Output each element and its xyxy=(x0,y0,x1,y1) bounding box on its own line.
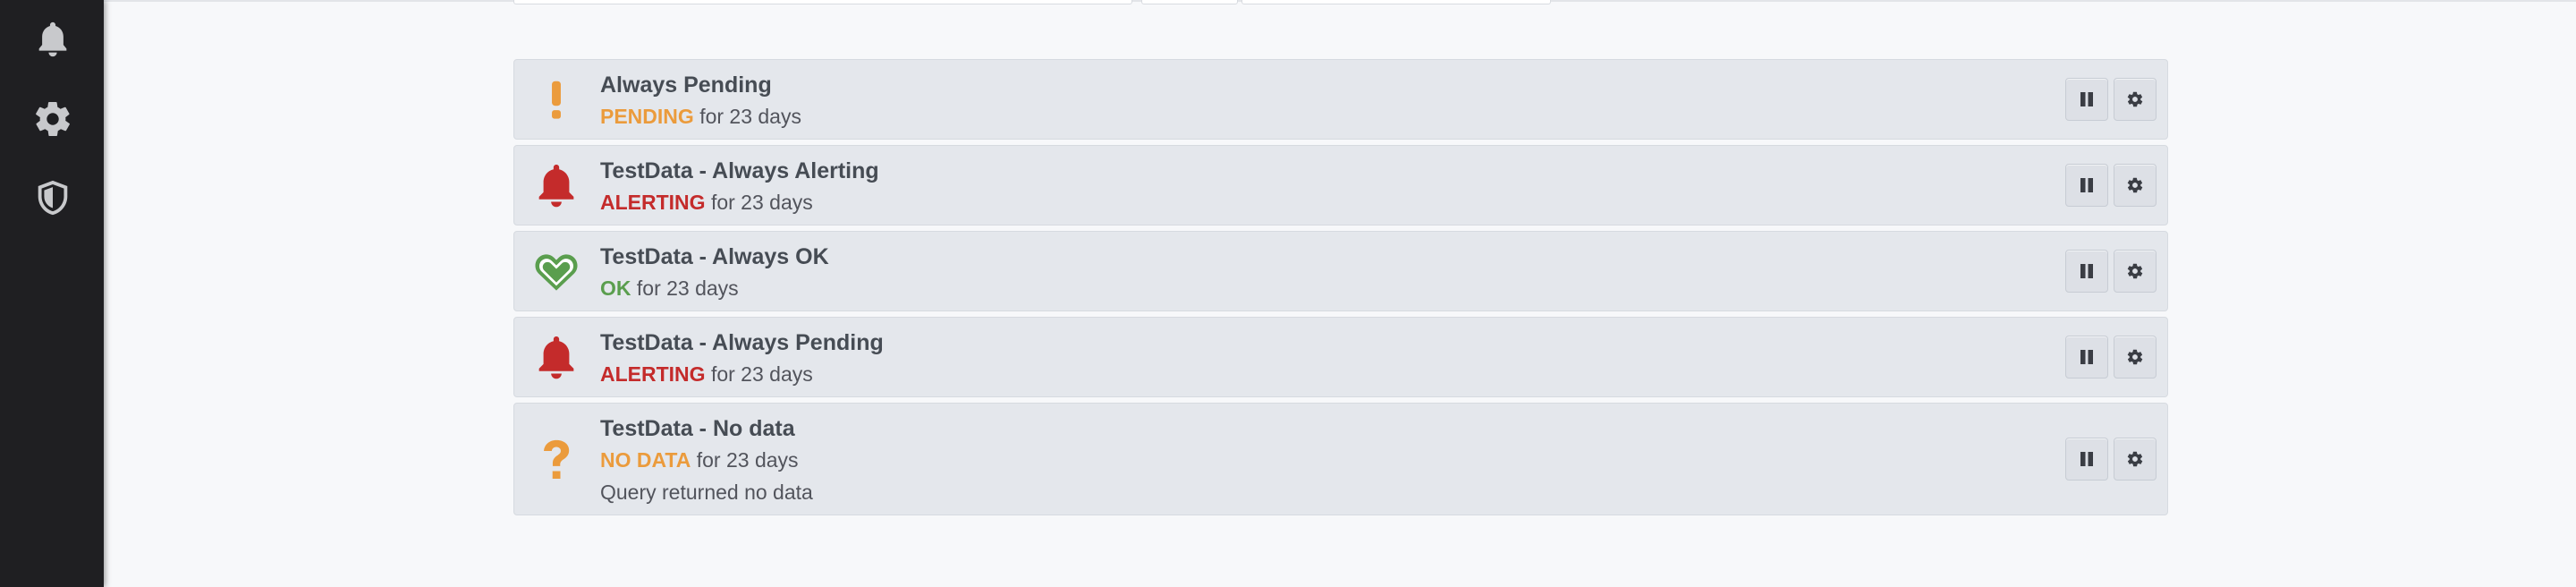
alert-rule-body: TestData - Always Pending ALERTING for 23… xyxy=(600,328,884,390)
bell-icon xyxy=(532,333,580,381)
gear-icon xyxy=(36,102,70,136)
alert-rule-body: TestData - Always Alerting ALERTING for 2… xyxy=(600,156,879,218)
alert-rule-body: Always Pending PENDING for 23 days xyxy=(600,70,801,132)
state-badge: ALERTING xyxy=(600,362,706,386)
alert-rule-item: TestData - Always OK OK for 23 days xyxy=(513,231,2168,311)
state-badge: PENDING xyxy=(600,105,694,128)
edit-alert-button[interactable] xyxy=(2114,78,2157,121)
alert-rule-actions xyxy=(2065,250,2167,293)
sidebar-item-alerting[interactable] xyxy=(30,17,75,62)
shield-icon xyxy=(38,180,68,216)
pause-icon xyxy=(2080,264,2093,278)
state-badge: NO DATA xyxy=(600,448,691,472)
alert-rule-name[interactable]: TestData - Always Pending xyxy=(600,328,884,358)
question-icon xyxy=(532,435,580,483)
alert-rule-actions xyxy=(2065,164,2167,207)
state-duration: for 23 days xyxy=(636,276,739,300)
state-duration: for 23 days xyxy=(699,105,801,128)
alert-rule-name[interactable]: Always Pending xyxy=(600,70,801,100)
pause-button[interactable] xyxy=(2065,336,2108,379)
pause-icon xyxy=(2080,452,2093,466)
alert-rule-item: TestData - Always Alerting ALERTING for 2… xyxy=(513,145,2168,225)
cog-icon xyxy=(2127,349,2143,365)
state-duration: for 23 days xyxy=(696,448,799,472)
alert-rule-info: Query returned no data xyxy=(600,481,813,504)
heart-icon xyxy=(532,247,580,295)
state-duration: for 23 days xyxy=(710,191,813,214)
bell-icon xyxy=(532,161,580,209)
alert-rule-state: PENDING for 23 days xyxy=(600,100,801,132)
pause-button[interactable] xyxy=(2065,78,2108,121)
alert-rule-item: Always Pending PENDING for 23 days xyxy=(513,59,2168,140)
state-filter-select[interactable] xyxy=(1141,0,1238,4)
alert-rule-item: TestData - No data NO DATA for 23 days Que… xyxy=(513,403,2168,515)
pause-icon xyxy=(2080,92,2093,106)
pause-icon xyxy=(2080,350,2093,364)
filter-control[interactable] xyxy=(1241,0,1551,4)
alert-rule-actions xyxy=(2065,438,2167,481)
alert-rule-state: NO DATA for 23 days xyxy=(600,444,813,476)
alert-rule-name[interactable]: TestData - Always Alerting xyxy=(600,156,879,186)
alert-rules-page: Always Pending PENDING for 23 days TestDat… xyxy=(0,0,2576,587)
cog-icon xyxy=(2127,91,2143,107)
alert-rule-actions xyxy=(2065,336,2167,379)
alert-rule-list: Always Pending PENDING for 23 days TestDat… xyxy=(513,59,2168,521)
pause-button[interactable] xyxy=(2065,164,2108,207)
exclamation-icon xyxy=(532,75,580,123)
pause-icon xyxy=(2080,178,2093,192)
cog-icon xyxy=(2127,263,2143,279)
alert-rule-state: ALERTING for 23 days xyxy=(600,186,879,218)
alert-rule-actions xyxy=(2065,78,2167,121)
sidebar-item-admin[interactable] xyxy=(30,175,75,220)
sidebar-item-configuration[interactable] xyxy=(30,97,75,141)
pause-button[interactable] xyxy=(2065,438,2108,481)
edit-alert-button[interactable] xyxy=(2114,438,2157,481)
alert-rule-state: ALERTING for 23 days xyxy=(600,358,884,390)
alert-rule-name[interactable]: TestData - Always OK xyxy=(600,242,829,272)
alert-rule-item: TestData - Always Pending ALERTING for 23… xyxy=(513,317,2168,397)
edit-alert-button[interactable] xyxy=(2114,164,2157,207)
alert-rule-body: TestData - No data NO DATA for 23 days Que… xyxy=(600,413,813,508)
edit-alert-button[interactable] xyxy=(2114,250,2157,293)
edit-alert-button[interactable] xyxy=(2114,336,2157,379)
alert-rule-name[interactable]: TestData - No data xyxy=(600,413,813,444)
alert-rule-state: OK for 23 days xyxy=(600,272,829,304)
sidebar xyxy=(0,0,104,587)
state-badge: OK xyxy=(600,276,631,300)
state-badge: ALERTING xyxy=(600,191,706,214)
search-input[interactable] xyxy=(513,0,1132,4)
cog-icon xyxy=(2127,451,2143,467)
bell-icon xyxy=(38,21,67,57)
cog-icon xyxy=(2127,177,2143,193)
pause-button[interactable] xyxy=(2065,250,2108,293)
alert-rule-body: TestData - Always OK OK for 23 days xyxy=(600,242,829,304)
state-duration: for 23 days xyxy=(710,362,813,386)
